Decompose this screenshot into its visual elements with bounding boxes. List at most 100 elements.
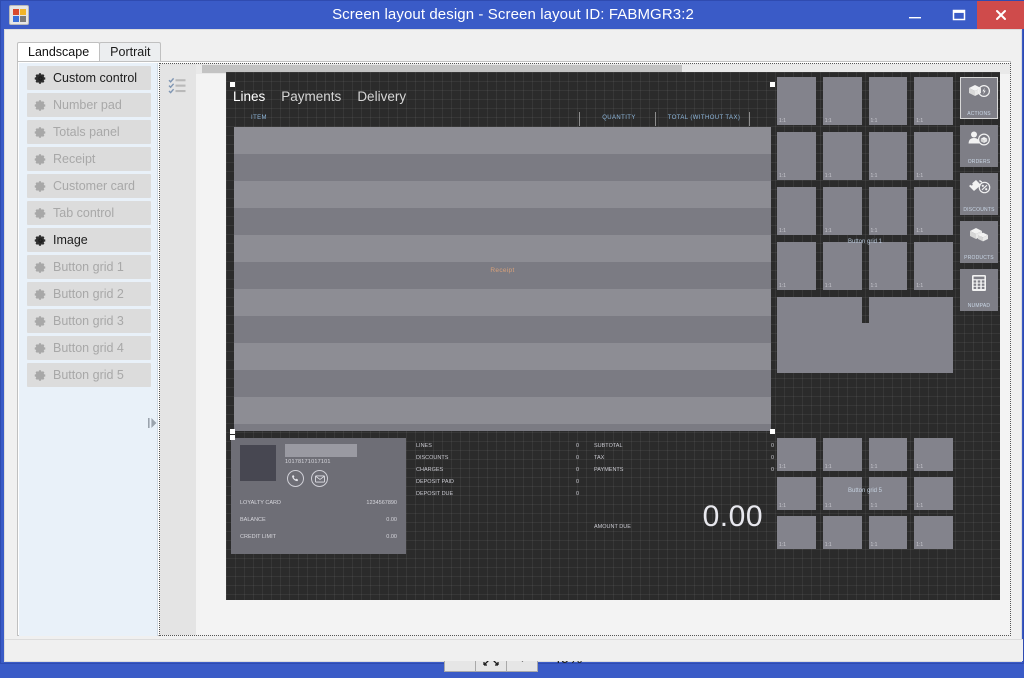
control-item-number-pad[interactable]: Number pad xyxy=(27,93,151,117)
application-window: Screen layout design - Screen layout ID:… xyxy=(0,0,1024,664)
table-row[interactable] xyxy=(234,316,771,343)
grid-cell[interactable]: 1:1 xyxy=(823,77,862,125)
products-button[interactable]: PRODUCTS xyxy=(960,221,998,263)
control-item-label: Custom control xyxy=(53,71,137,85)
tab-landscape[interactable]: Landscape xyxy=(17,42,100,62)
numpad-button[interactable]: NUMPAD xyxy=(960,269,998,311)
customer-row-label: CREDIT LIMIT xyxy=(240,534,276,540)
control-item-button-grid-3[interactable]: Button grid 3 xyxy=(27,309,151,333)
grid-cell[interactable]: 1:1 xyxy=(869,77,908,125)
envelope-icon[interactable] xyxy=(311,470,328,487)
selection-handle[interactable] xyxy=(230,435,235,440)
grid-cell[interactable]: 1:1 xyxy=(777,242,816,290)
grid-cell[interactable]: 1:1 xyxy=(914,516,953,549)
layout-canvas[interactable]: Lines Payments Delivery ITEM QUANTITY TO… xyxy=(226,72,1000,600)
table-row[interactable] xyxy=(234,235,771,262)
control-item-button-grid-4[interactable]: Button grid 4 xyxy=(27,336,151,360)
maximize-button[interactable] xyxy=(937,1,981,29)
grid-cell[interactable]: 1:1 xyxy=(777,438,816,471)
grid-cell[interactable]: 1:1 xyxy=(777,77,816,125)
grid-cell[interactable]: 1:1 xyxy=(823,438,862,471)
selection-handle[interactable] xyxy=(230,429,235,434)
receipt-rows[interactable]: Receipt xyxy=(234,127,771,431)
control-item-customer-card[interactable]: Customer card xyxy=(27,174,151,198)
grid-cell[interactable]: 1:1 xyxy=(823,242,862,290)
control-item-totals-panel[interactable]: Totals panel xyxy=(27,120,151,144)
control-item-label: Image xyxy=(53,233,88,247)
grid-cell[interactable]: 1:1 xyxy=(869,187,908,235)
grid-cell[interactable]: 1:1 xyxy=(914,132,953,180)
button-grid-row: 1:1 1:1 1:1 1:1 xyxy=(777,187,953,235)
table-row[interactable] xyxy=(234,181,771,208)
totals-row-value: 0 xyxy=(576,455,579,461)
cell-size-label: 1:1 xyxy=(871,503,878,509)
selection-handle[interactable] xyxy=(770,82,775,87)
phone-icon[interactable] xyxy=(287,470,304,487)
grid-cell[interactable]: 1:1 xyxy=(823,187,862,235)
table-row[interactable] xyxy=(234,424,771,431)
table-row[interactable] xyxy=(234,127,771,154)
control-item-label: Button grid 5 xyxy=(53,368,124,382)
totals-row-label: DEPOSIT DUE xyxy=(416,491,453,497)
control-item-receipt[interactable]: Receipt xyxy=(27,147,151,171)
panel-splitter-handle[interactable] xyxy=(147,413,157,433)
control-item-button-grid-2[interactable]: Button grid 2 xyxy=(27,282,151,306)
totals-row-deposit-paid: DEPOSIT PAID 0 xyxy=(416,479,454,485)
tab-portrait[interactable]: Portrait xyxy=(99,42,161,62)
table-row[interactable] xyxy=(234,208,771,235)
grid-cell[interactable]: 1:1 xyxy=(823,132,862,180)
customer-row-label: LOYALTY CARD xyxy=(240,500,281,506)
grid-cell[interactable]: 1:1 xyxy=(914,438,953,471)
control-item-label: Button grid 4 xyxy=(53,341,124,355)
orders-button[interactable]: ORDERS xyxy=(960,125,998,167)
control-item-tab-control[interactable]: Tab control xyxy=(27,201,151,225)
grid-cell[interactable]: 1:1 xyxy=(869,516,908,549)
minimize-button[interactable] xyxy=(893,1,937,29)
table-row[interactable] xyxy=(234,289,771,316)
grid-cell[interactable]: 1:1 xyxy=(777,132,816,180)
control-item-label: Number pad xyxy=(53,98,122,112)
totals-row-label: DEPOSIT PAID xyxy=(416,479,454,485)
actions-button[interactable]: ACTIONS xyxy=(960,77,998,119)
button-grid-1[interactable]: 1:1 1:1 1:1 1:1 1:1 1:1 1:1 1:1 1:1 xyxy=(777,77,953,373)
grid-cell[interactable]: 1:1 xyxy=(777,187,816,235)
totals-row-label: PAYMENTS xyxy=(594,467,623,473)
close-button[interactable] xyxy=(977,1,1024,29)
cell-size-label: 1:1 xyxy=(779,503,786,509)
selection-handle[interactable] xyxy=(770,429,775,434)
customer-name-placeholder xyxy=(285,444,357,457)
control-item-button-grid-1[interactable]: Button grid 1 xyxy=(27,255,151,279)
table-row[interactable] xyxy=(234,397,771,424)
grid-cell[interactable] xyxy=(777,323,953,373)
grid-cell[interactable]: 1:1 xyxy=(869,132,908,180)
table-row[interactable] xyxy=(234,154,771,181)
grid-cell[interactable]: 1:1 xyxy=(869,242,908,290)
grid-cell[interactable]: 1:1 xyxy=(914,77,953,125)
grid-cell[interactable]: 1:1 xyxy=(869,438,908,471)
control-item-label: Button grid 1 xyxy=(53,260,124,274)
gear-icon xyxy=(27,234,53,247)
lines-tab-payments[interactable]: Payments xyxy=(281,89,341,104)
lines-column-header: ITEM QUANTITY TOTAL (WITHOUT TAX) xyxy=(231,111,771,127)
lines-tab-delivery[interactable]: Delivery xyxy=(357,89,406,104)
table-row[interactable] xyxy=(234,343,771,370)
grid-cell[interactable]: 1:1 xyxy=(777,516,816,549)
control-item-image[interactable]: Image xyxy=(27,228,151,252)
customer-card[interactable]: 10178171017101 LOYALTY CARD 1234567890 xyxy=(231,438,406,554)
gear-icon xyxy=(27,99,53,112)
totals-row-value: 0 xyxy=(576,479,579,485)
control-item-custom-control[interactable]: Custom control xyxy=(27,66,151,90)
discounts-button[interactable]: DISCOUNTS xyxy=(960,173,998,215)
button-grid-5[interactable]: 1:1 1:1 1:1 1:1 1:1 1:1 1:1 1:1 1:1 xyxy=(777,438,953,554)
totals-panel[interactable]: LINES 0 DISCOUNTS 0 CHARGES 0 DEPOSIT xyxy=(416,438,771,554)
checklist-icon[interactable] xyxy=(168,76,187,100)
lines-tab-lines[interactable]: Lines xyxy=(233,89,265,104)
receipt-lines-panel[interactable]: Lines Payments Delivery ITEM QUANTITY TO… xyxy=(231,85,771,431)
grid-cell[interactable]: 1:1 xyxy=(914,187,953,235)
designer-toolbar xyxy=(160,64,196,636)
grid-cell[interactable]: 1:1 xyxy=(823,516,862,549)
selection-handle[interactable] xyxy=(230,82,235,87)
grid-cell[interactable]: 1:1 xyxy=(914,242,953,290)
control-item-button-grid-5[interactable]: Button grid 5 xyxy=(27,363,151,387)
table-row[interactable] xyxy=(234,370,771,397)
